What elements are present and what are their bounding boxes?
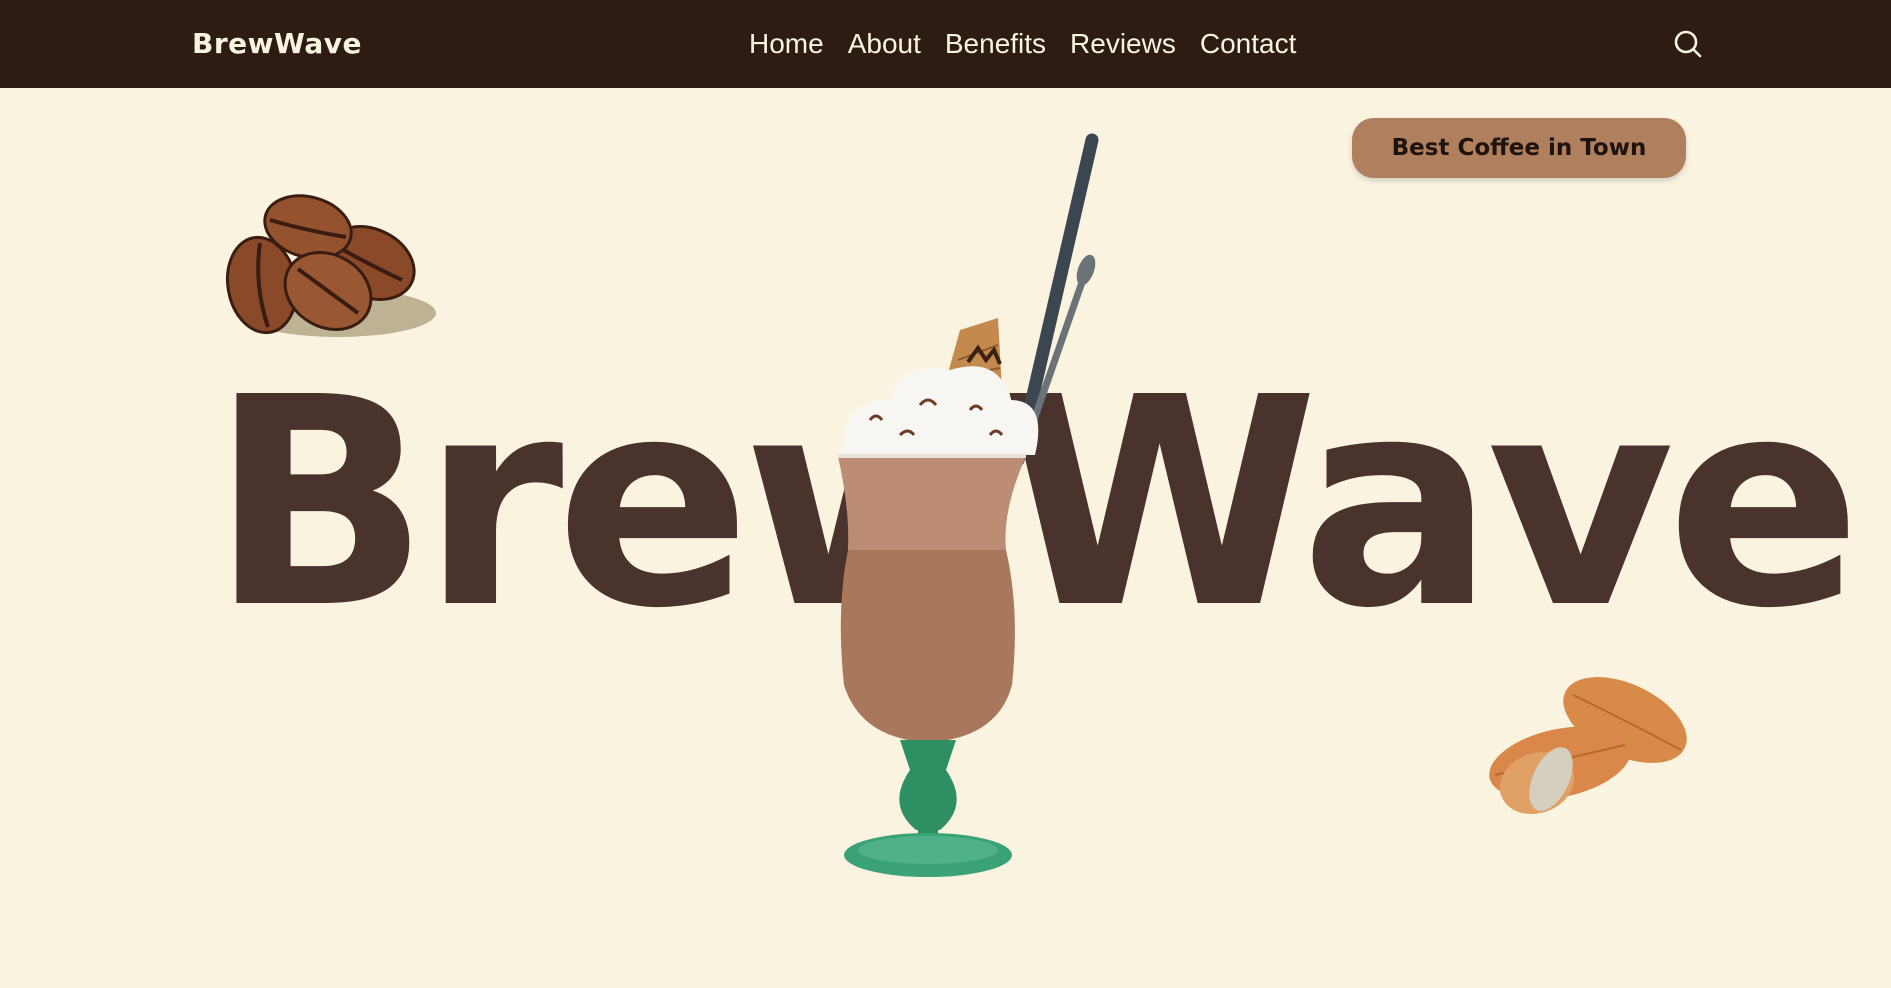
almonds-image	[1489, 677, 1687, 815]
top-navbar: BrewWave Home About Benefits Reviews Con…	[0, 0, 1891, 88]
nav-link-reviews[interactable]: Reviews	[1070, 28, 1176, 60]
nav-link-contact[interactable]: Contact	[1200, 28, 1297, 60]
nav-link-about[interactable]: About	[848, 28, 921, 60]
search-icon	[1674, 30, 1702, 58]
nav-link-home[interactable]: Home	[749, 28, 824, 60]
iced-mocha-image	[838, 133, 1099, 877]
best-coffee-button[interactable]: Best Coffee in Town	[1352, 118, 1686, 178]
brand-logo[interactable]: BrewWave	[192, 0, 362, 88]
nav-link-benefits[interactable]: Benefits	[945, 28, 1046, 60]
coffee-beans-image	[225, 194, 436, 337]
main-nav: Home About Benefits Reviews Contact	[749, 0, 1296, 88]
search-button[interactable]	[1672, 28, 1704, 60]
